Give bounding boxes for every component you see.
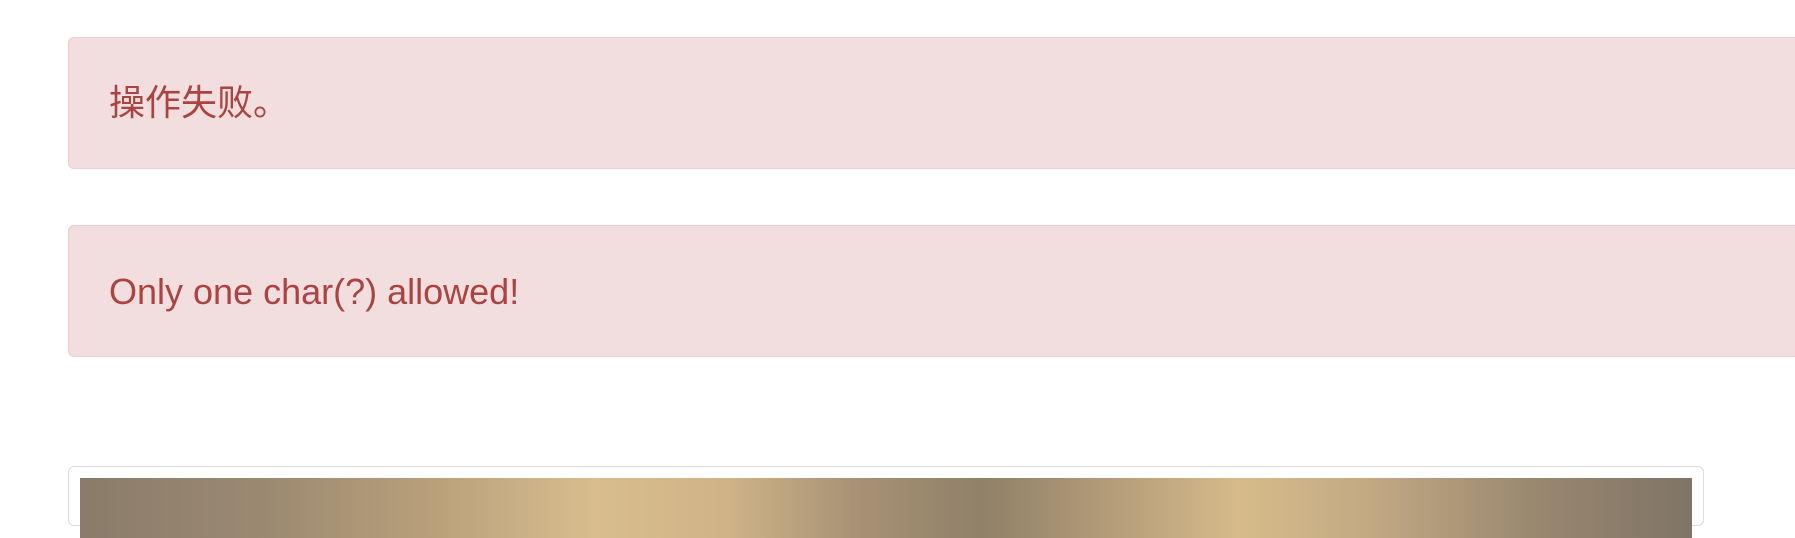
error-alert-detail-message: Only one char(?) allowed! [109, 271, 520, 312]
error-alert: 操作失败。 [68, 37, 1795, 169]
image-thumbnail [68, 466, 1704, 538]
error-alert-detail: Only one char(?) allowed! [68, 225, 1795, 357]
photo-image [80, 478, 1692, 538]
error-alert-message: 操作失败。 [109, 83, 290, 124]
